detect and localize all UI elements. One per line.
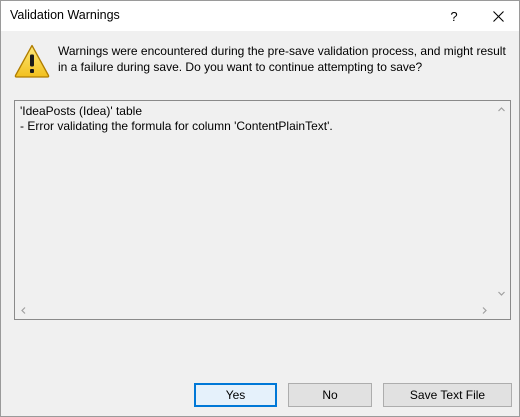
yes-button[interactable]: Yes [194, 383, 277, 407]
scroll-left-button[interactable] [15, 302, 32, 319]
no-button[interactable]: No [288, 383, 372, 407]
warning-icon [14, 44, 50, 78]
warning-message: Warnings were encountered during the pre… [58, 44, 506, 74]
close-button[interactable] [475, 1, 520, 31]
details-text: 'IdeaPosts (Idea)' table - Error validati… [20, 104, 490, 134]
chevron-down-icon [498, 291, 505, 296]
save-text-file-button[interactable]: Save Text File [383, 383, 512, 407]
horizontal-scrollbar[interactable] [15, 302, 493, 319]
validation-warnings-dialog: Validation Warnings ? Warnings were enco… [0, 0, 520, 417]
close-icon [492, 10, 504, 22]
scrollbar-corner [493, 302, 510, 319]
details-line-2: - Error validating the formula for colum… [20, 119, 333, 133]
details-textbox[interactable]: 'IdeaPosts (Idea)' table - Error validati… [14, 100, 511, 320]
chevron-left-icon [21, 307, 26, 314]
help-button[interactable]: ? [431, 1, 477, 31]
scroll-right-button[interactable] [476, 302, 493, 319]
window-title: Validation Warnings [10, 8, 120, 22]
chevron-up-icon [498, 107, 505, 112]
vertical-scrollbar[interactable] [493, 101, 510, 302]
title-bar: Validation Warnings ? [1, 1, 519, 31]
scroll-up-button[interactable] [493, 101, 510, 118]
scroll-down-button[interactable] [493, 285, 510, 302]
chevron-right-icon [482, 307, 487, 314]
details-line-1: 'IdeaPosts (Idea)' table [20, 104, 142, 118]
